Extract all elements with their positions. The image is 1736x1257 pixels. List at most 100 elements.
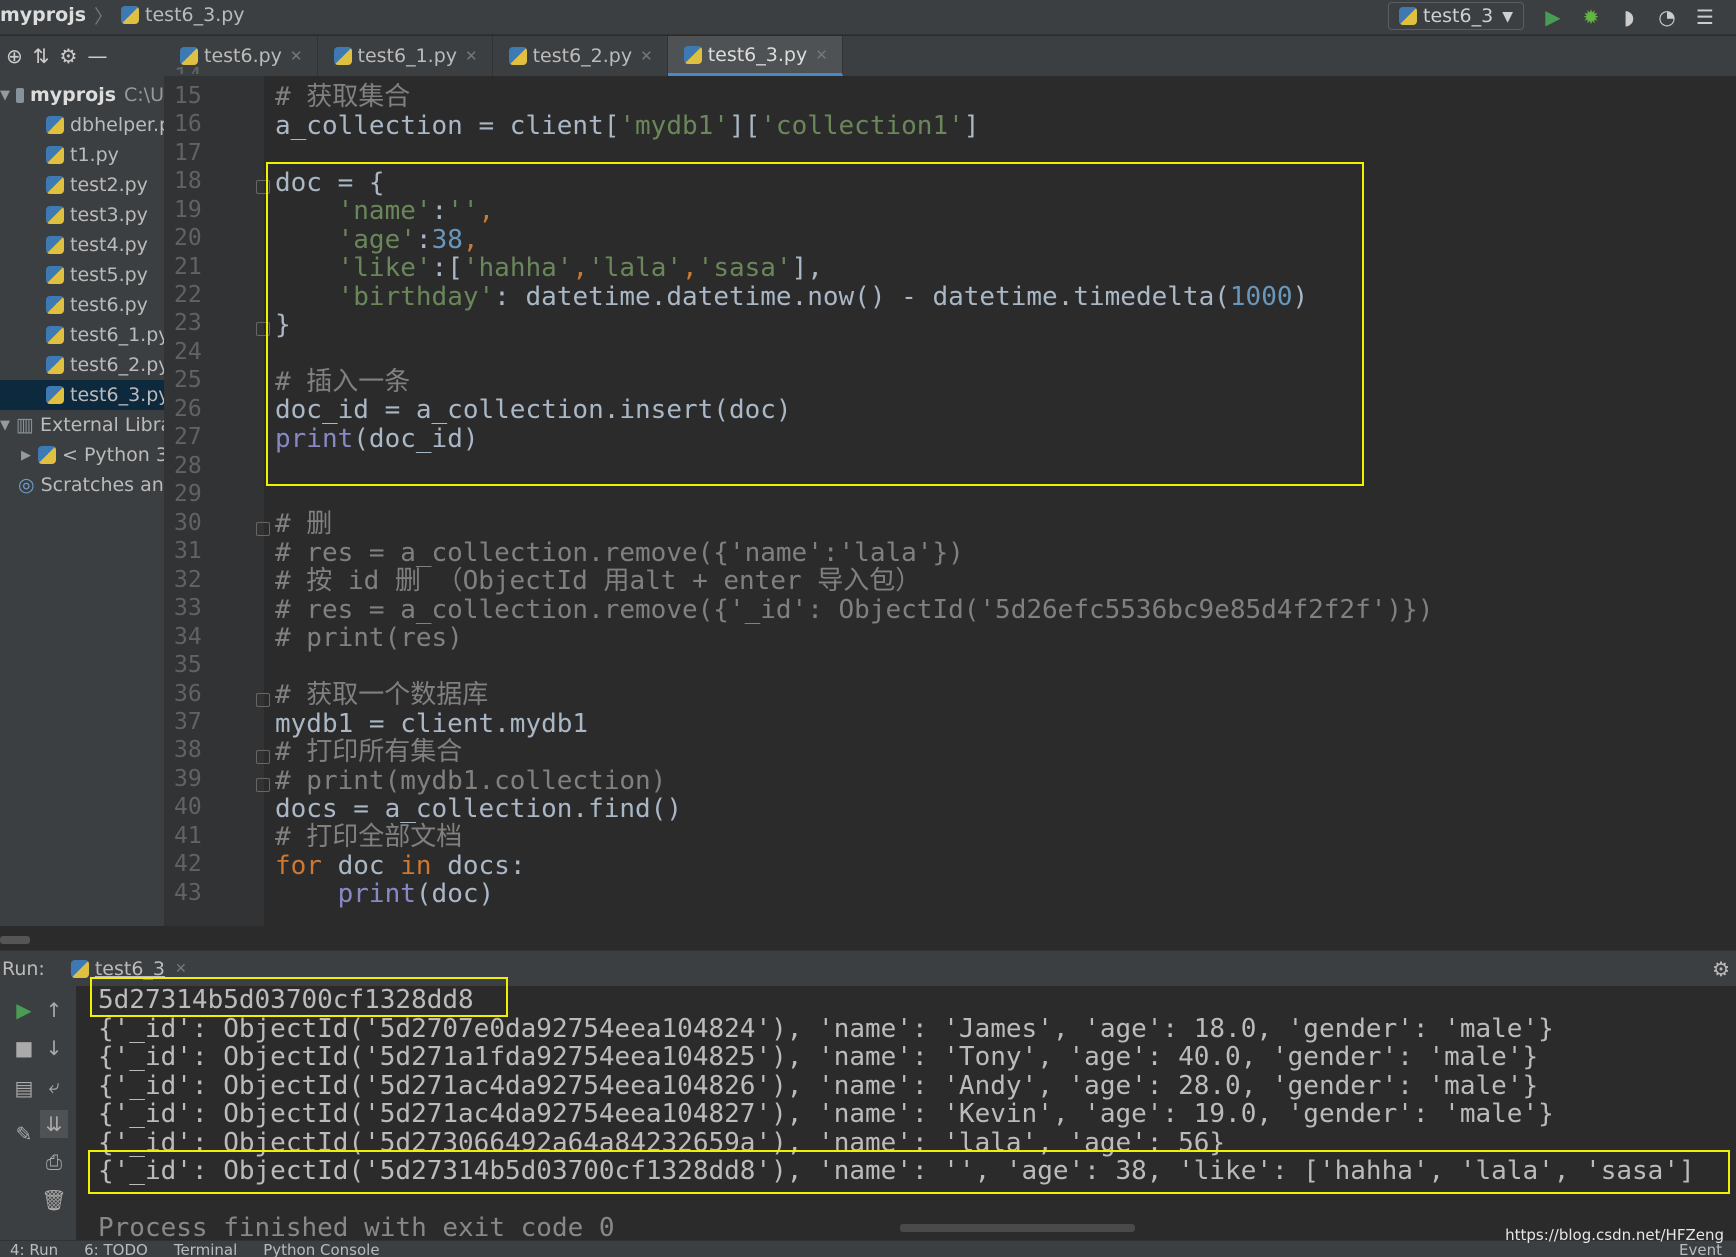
code-highlight-box [266,162,1364,486]
expand-arrow-icon[interactable]: ▼ [0,418,10,433]
more-icon[interactable]: ☰ [1692,4,1718,30]
layout-icon[interactable]: ▤ [10,1074,38,1102]
arrow-down-icon[interactable]: ↓ [40,1034,68,1062]
tree-file[interactable]: test4.py [0,230,164,260]
tree-scratches[interactable]: ◎ Scratches and [0,470,164,500]
console-line: {'_id': ObjectId('5d271ac4da92754eea1048… [98,1099,1554,1129]
breadcrumb-file[interactable]: test6_3.py [145,4,245,26]
close-icon[interactable]: ✕ [640,47,653,65]
scroll-to-end-icon[interactable]: ⇊ [40,1110,68,1138]
code-line: # print(res) [275,623,463,653]
print-icon[interactable]: ⎙ [40,1148,68,1176]
line-number: 42 [174,851,202,877]
minimize-icon[interactable]: — [87,44,107,68]
line-number: 39 [174,766,202,792]
tab-label: test6_1.py [357,45,458,67]
console-scrollbar[interactable] [900,1224,1135,1232]
line-number: 29 [174,481,202,507]
run-label: Run: [2,958,45,980]
fold-marker-icon[interactable] [256,778,270,792]
tab-test6-2[interactable]: test6_2.py ✕ [493,36,668,76]
gear-icon[interactable]: ⚙ [1712,957,1730,981]
tree-external-libraries[interactable]: ▼ ▥ External Libra [0,410,164,440]
editor-tabs: test6.py ✕ test6_1.py ✕ test6_2.py ✕ test6_… [164,36,1736,77]
expand-arrow-icon[interactable]: ▼ [0,88,10,103]
fold-marker-icon[interactable] [256,750,270,764]
stop-icon[interactable]: ■ [10,1034,38,1062]
python-file-icon [46,176,64,194]
soft-wrap-icon[interactable]: ⤶ [40,1072,68,1100]
close-icon[interactable]: ✕ [815,46,828,64]
horizontal-scrollbar[interactable] [0,936,30,944]
tab-test6-1[interactable]: test6_1.py ✕ [318,36,493,76]
tree-python-sdk[interactable]: ▶ < Python 3 [0,440,164,470]
tree-file-label: t1.py [70,144,119,166]
line-number: 20 [174,225,202,251]
arrow-up-icon[interactable]: ↑ [40,996,68,1024]
tree-file[interactable]: test6_1.py [0,320,164,350]
console-line: {'_id': ObjectId('5d2707e0da92754eea1048… [98,1014,1554,1044]
code-line: # 打印全部文档 [275,822,463,852]
console-line: {'_id': ObjectId('5d271a1fda92754eea1048… [98,1042,1539,1072]
output-highlight-box [88,1150,1730,1194]
title-bar: myprojs 〉 test6_3.py test6_3 ▼ ▶ ✹ ◗ ◔ ☰ [0,0,1736,35]
line-number: 30 [174,510,202,536]
tree-file[interactable]: dbhelper.p [0,110,164,140]
line-number: 33 [174,595,202,621]
line-number: 32 [174,567,202,593]
tool-tab-run[interactable]: 4: Run [10,1241,58,1257]
code-line: # res = a_collection.remove({'name':'lal… [275,538,964,568]
tree-file[interactable]: test6.py [0,290,164,320]
run-toolbar: ▶ ■ ▤ ✎ ↑ ↓ ⤶ ⇊ ⎙ 🗑 [0,986,76,1240]
collapse-arrow-icon[interactable]: ▶ [20,448,32,463]
tree-file-label: test4.py [70,234,148,256]
tree-file[interactable]: test2.py [0,170,164,200]
profile-icon[interactable]: ◔ [1654,4,1680,30]
collapse-icon[interactable]: ⇅ [33,44,50,68]
line-number: 18 [174,168,202,194]
tree-file[interactable]: t1.py [0,140,164,170]
line-number: 19 [174,197,202,223]
debug-icon[interactable]: ✹ [1578,4,1604,30]
gear-icon[interactable]: ⚙ [60,44,78,68]
line-number: 38 [174,737,202,763]
breadcrumb-project[interactable]: myprojs [0,4,86,26]
tree-root[interactable]: ▼ myprojs C:\U [0,80,164,110]
locate-icon[interactable]: ⊕ [6,44,23,68]
pin-icon[interactable]: ✎ [10,1120,38,1148]
run-config-selector[interactable]: test6_3 ▼ [1388,2,1524,30]
tree-file-selected[interactable]: test6_3.py [0,380,164,410]
python-file-icon [508,47,527,65]
bottom-tool-bar: 4: Run 6: TODO Terminal Python Console E… [0,1240,1736,1257]
line-number: 26 [174,396,202,422]
close-icon[interactable]: ✕ [175,961,187,977]
fold-marker-icon[interactable] [256,522,270,536]
close-icon[interactable]: ✕ [290,47,303,65]
tool-tab-todo[interactable]: 6: TODO [84,1241,148,1257]
run-icon[interactable]: ▶ [1540,4,1566,30]
tree-file-label: test6_1.py [70,324,164,346]
library-icon: ▥ [16,414,34,436]
line-number: 22 [174,282,202,308]
tree-file[interactable]: test5.py [0,260,164,290]
close-icon[interactable]: ✕ [465,47,478,65]
tool-tab-terminal[interactable]: Terminal [174,1241,237,1257]
trash-icon[interactable]: 🗑 [40,1186,68,1214]
python-file-icon [46,146,64,164]
code-line: # 打印所有集合 [275,737,463,767]
tree-file[interactable]: test6_2.py [0,350,164,380]
line-number: 31 [174,538,202,564]
coverage-icon[interactable]: ◗ [1616,4,1642,30]
tree-file[interactable]: test3.py [0,200,164,230]
python-file-icon [46,386,64,404]
python-file-icon [46,326,64,344]
tool-tab-python-console[interactable]: Python Console [263,1241,379,1257]
line-number: 17 [174,140,202,166]
line-number: 40 [174,794,202,820]
fold-marker-icon[interactable] [256,693,270,707]
tree-external-label: External Libra [39,414,164,436]
tree-file-label: test6_3.py [70,384,164,406]
tab-test6-3[interactable]: test6_3.py ✕ [667,36,843,76]
python-icon [70,960,89,978]
rerun-icon[interactable]: ▶ [10,996,38,1024]
